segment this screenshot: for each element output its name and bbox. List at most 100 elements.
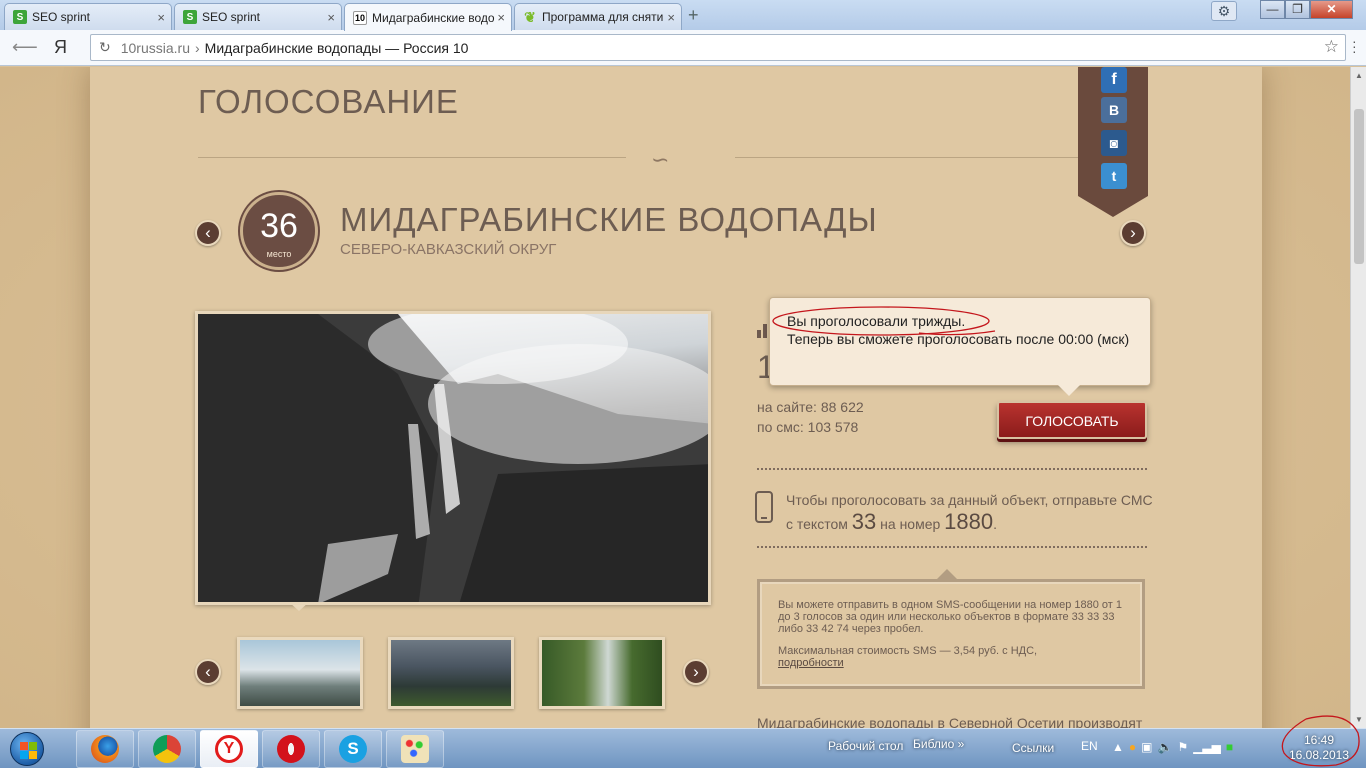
thumbnail-3[interactable] xyxy=(539,637,665,709)
thumbnail-1[interactable] xyxy=(237,637,363,709)
phone-icon xyxy=(755,491,773,523)
sms-text-end: . xyxy=(993,516,998,532)
bookmark-star-icon[interactable]: ☆ xyxy=(1324,37,1339,57)
tab-strip: S SEO sprint × S SEO sprint × 10 Мидагра… xyxy=(0,0,1366,31)
yandex-button[interactable]: Я xyxy=(54,37,67,58)
tab-title: SEO sprint xyxy=(32,10,91,24)
page-viewport: ГОЛОСОВАНИЕ ∽ f В ◙ t ‹ › 36 место МИДАГ… xyxy=(0,67,1350,728)
system-tray: ▲ ● ▣ 🔈 ⚑ ▁▃▅ ■ xyxy=(1112,740,1233,754)
window-controls: — ❐ ✕ xyxy=(1260,0,1353,19)
address-bar[interactable]: ↻ 10russia.ru › Мидаграбинские водопады … xyxy=(90,34,1346,61)
close-tab-icon[interactable]: × xyxy=(667,10,675,25)
toolbar-library[interactable]: Библио » xyxy=(913,737,964,751)
taskbar-chrome[interactable] xyxy=(138,730,196,768)
votes-by-sms: по смс: 103 578 xyxy=(757,419,859,435)
facebook-icon[interactable]: f xyxy=(1101,67,1127,93)
maximize-button[interactable]: ❐ xyxy=(1285,0,1310,19)
instagram-icon[interactable]: ◙ xyxy=(1101,130,1127,156)
place-description: Мидаграбинские водопады в Северной Осети… xyxy=(757,715,1143,728)
tab-seo-sprint-2[interactable]: S SEO sprint × xyxy=(174,3,342,30)
sms-text-mid: на номер xyxy=(880,516,941,532)
sms-details-link[interactable]: подробности xyxy=(778,657,844,669)
page-scrollbar[interactable]: ▲ ▼ xyxy=(1350,67,1366,728)
thumbs-prev-arrow-icon[interactable]: ‹ xyxy=(195,659,221,685)
dotted-divider-2 xyxy=(757,546,1147,548)
vkontakte-icon[interactable]: В xyxy=(1101,97,1127,123)
place-title: МИДАГРАБИНСКИЕ ВОДОПАДЫ xyxy=(340,201,878,238)
reload-icon[interactable]: ↻ xyxy=(99,39,111,56)
taskbar-paint[interactable] xyxy=(386,730,444,768)
library-label: Библио xyxy=(913,737,955,751)
action-center-flag-icon[interactable]: ⚑ xyxy=(1177,740,1188,754)
show-hidden-icons-icon[interactable]: ▲ xyxy=(1112,740,1124,754)
sms-code: 33 xyxy=(851,509,877,534)
toolbar-links[interactable]: Ссылки xyxy=(1012,741,1054,755)
taskbar-skype[interactable]: S xyxy=(324,730,382,768)
skype-icon: S xyxy=(339,735,367,763)
close-tab-icon[interactable]: × xyxy=(497,10,505,25)
twitter-icon[interactable]: t xyxy=(1101,163,1127,189)
tab-midagrabin-active[interactable]: 10 Мидаграбинские водо × xyxy=(344,3,512,31)
sms-price-text: Максимальная стоимость SMS — 3,54 руб. с… xyxy=(778,645,1038,669)
yandex-browser-icon: Y xyxy=(215,735,243,763)
menu-dots-icon[interactable]: · · · xyxy=(1352,34,1357,58)
scroll-up-arrow-icon[interactable]: ▲ xyxy=(1355,71,1363,80)
vote-button[interactable]: ГОЛОСОВАТЬ xyxy=(997,401,1147,439)
taskbar-opera[interactable] xyxy=(262,730,320,768)
language-indicator[interactable]: EN xyxy=(1081,739,1098,753)
close-window-button[interactable]: ✕ xyxy=(1310,0,1353,19)
tab-seo-sprint-1[interactable]: S SEO sprint × xyxy=(4,3,172,30)
next-place-arrow-icon[interactable]: › xyxy=(1120,220,1146,246)
url-domain: 10russia.ru xyxy=(120,39,190,56)
sms-rules-text: Вы можете отправить в одном SMS-сообщени… xyxy=(778,599,1123,635)
taskbar-firefox[interactable] xyxy=(76,730,134,768)
section-title: ГОЛОСОВАНИЕ xyxy=(198,83,459,120)
new-tab-button[interactable]: + xyxy=(688,5,699,26)
russia10-favicon-icon: 10 xyxy=(353,10,367,25)
tab-program[interactable]: ❦ Программа для сняти × xyxy=(514,3,682,30)
thumbnail-2[interactable] xyxy=(388,637,514,709)
opera-icon xyxy=(277,735,305,763)
gear-icon[interactable]: ⚙ xyxy=(1211,1,1237,21)
tab-title: SEO sprint xyxy=(202,10,261,24)
toolbar-desktop[interactable]: Рабочий стол xyxy=(828,739,903,753)
start-button[interactable] xyxy=(2,730,52,768)
sms-box-pointer xyxy=(937,569,957,579)
security-shield-icon[interactable]: ■ xyxy=(1226,740,1233,754)
votes-on-site: на сайте: 88 622 xyxy=(757,399,864,415)
tab-title: Мидаграбинские водо xyxy=(372,10,495,25)
red-annotation-clock-ellipse xyxy=(1281,715,1360,767)
dotted-divider-1 xyxy=(757,468,1147,470)
thumbs-next-arrow-icon[interactable]: › xyxy=(683,659,709,685)
divider-left xyxy=(198,157,626,158)
minimize-button[interactable]: — xyxy=(1260,0,1285,19)
rank-number: 36 xyxy=(260,207,298,245)
tray-app-icon[interactable]: ● xyxy=(1129,740,1136,754)
url-separator: › xyxy=(195,39,200,56)
close-tab-icon[interactable]: × xyxy=(327,10,335,25)
sms-number: 1880 xyxy=(944,509,994,534)
prev-place-arrow-icon[interactable]: ‹ xyxy=(195,220,221,246)
navigation-bar: ⟵ Я ↻ 10russia.ru › Мидаграбинские водоп… xyxy=(0,30,1366,66)
scrollbar-thumb[interactable] xyxy=(1354,109,1364,264)
close-tab-icon[interactable]: × xyxy=(157,10,165,25)
taskbar-yandex-browser[interactable]: Y xyxy=(200,730,258,768)
tab-title: Программа для сняти xyxy=(542,10,664,24)
usb-device-icon[interactable]: ▣ xyxy=(1141,740,1152,754)
red-annotation-ellipse xyxy=(772,306,996,336)
seo-sprint-favicon-icon: S xyxy=(183,10,197,24)
windows-taskbar: Y S Рабочий стол Библио » Ссылки EN ▲ ● … xyxy=(0,728,1366,768)
divider-right xyxy=(735,157,1135,158)
main-photo[interactable] xyxy=(195,311,711,605)
network-signal-icon[interactable]: ▁▃▅ xyxy=(1193,740,1221,754)
back-arrow-icon[interactable]: ⟵ xyxy=(12,37,38,58)
url-page-title: Мидаграбинские водопады — Россия 10 xyxy=(204,39,469,56)
rank-label: место xyxy=(266,249,292,259)
toolbar-overflow-icon[interactable]: » xyxy=(958,737,965,751)
waterfall-photo-illustration xyxy=(198,314,708,602)
screen: S SEO sprint × S SEO sprint × 10 Мидагра… xyxy=(0,0,1366,768)
seo-sprint-favicon-icon: S xyxy=(13,10,27,24)
ornament-icon: ∽ xyxy=(651,147,670,172)
volume-icon[interactable]: 🔈 xyxy=(1157,740,1172,754)
sms-instructions: Чтобы проголосовать за данный объект, от… xyxy=(786,489,1156,535)
